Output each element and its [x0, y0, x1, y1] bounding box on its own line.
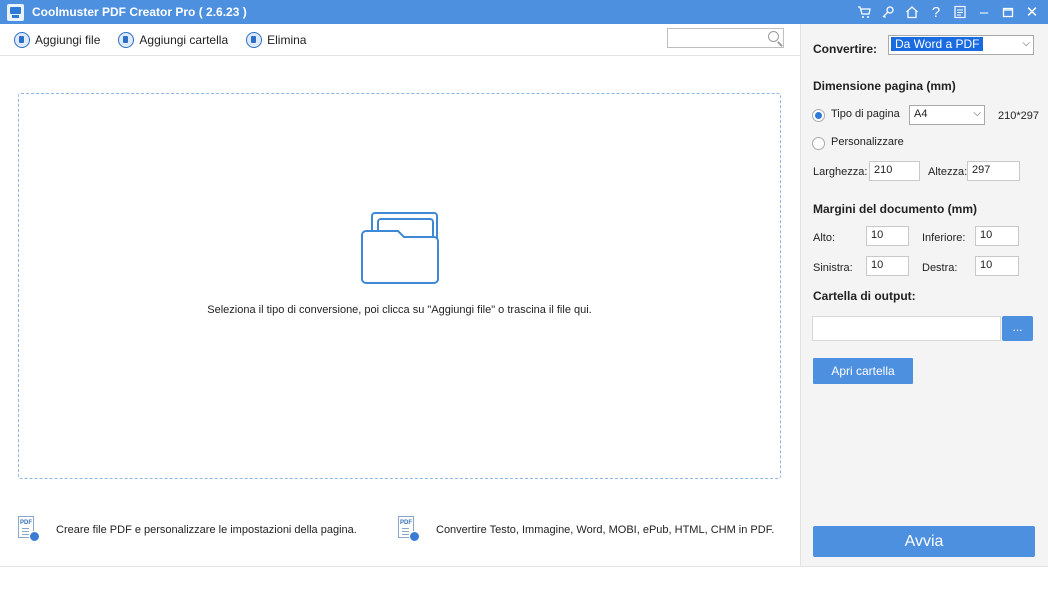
page-type-label: Tipo di pagina	[831, 108, 900, 120]
add-file-icon	[14, 31, 30, 48]
page-dimensions: 210*297	[998, 110, 1039, 122]
open-folder-icon	[361, 212, 439, 284]
chevron-down-icon: ⌵	[1022, 38, 1030, 49]
left-margin-input[interactable]: 10	[866, 256, 909, 276]
cart-icon[interactable]	[852, 0, 876, 24]
key-icon[interactable]	[876, 0, 900, 24]
search-icon[interactable]	[768, 31, 779, 42]
left-margin-label: Sinistra:	[813, 262, 853, 274]
window-title: Coolmuster PDF Creator Pro ( 2.6.23 )	[32, 5, 247, 19]
home-icon[interactable]	[900, 0, 924, 24]
close-icon[interactable]: ✕	[1020, 0, 1044, 24]
drop-hint-text: Seleziona il tipo di conversione, poi cl…	[207, 304, 592, 316]
app-window: Coolmuster PDF Creator Pro ( 2.6.23 ) ? …	[0, 0, 1048, 590]
custom-size-label: Personalizzare	[831, 136, 904, 148]
height-label: Altezza:	[928, 166, 968, 178]
pdf-settings-icon: PDF	[18, 516, 40, 544]
bottom-divider	[0, 566, 1048, 567]
title-controls: ? – ✕	[852, 0, 1044, 24]
top-margin-input[interactable]: 10	[866, 226, 909, 246]
chevron-down-icon: ⌵	[973, 108, 981, 119]
right-margin-label: Destra:	[922, 262, 958, 274]
tip-create: PDF Creare file PDF e personalizzare le …	[18, 516, 357, 544]
convert-select[interactable]: Da Word a PDF ⌵	[888, 35, 1034, 55]
top-margin-label: Alto:	[813, 232, 836, 244]
bottom-margin-label: Inferiore:	[922, 232, 966, 244]
title-bar: Coolmuster PDF Creator Pro ( 2.6.23 ) ? …	[0, 0, 1048, 24]
browse-button[interactable]: ...	[1002, 316, 1033, 341]
add-folder-button[interactable]: Aggiungi cartella	[118, 31, 229, 48]
open-folder-button[interactable]: Apri cartella	[813, 358, 913, 384]
page-type-radio[interactable]	[812, 109, 825, 122]
pdf-convert-icon: PDF	[398, 516, 420, 544]
delete-button[interactable]: Elimina	[246, 31, 307, 48]
right-margin-input[interactable]: 10	[975, 256, 1019, 276]
page-type-select[interactable]: A4 ⌵	[909, 105, 985, 125]
feedback-icon[interactable]	[948, 0, 972, 24]
file-drop-zone[interactable]: Seleziona il tipo di conversione, poi cl…	[18, 93, 781, 479]
bottom-margin-input[interactable]: 10	[975, 226, 1019, 246]
search-input[interactable]	[667, 28, 784, 48]
delete-label: Elimina	[267, 32, 307, 47]
app-logo-icon	[7, 3, 24, 21]
tip-convert: PDF Convertire Testo, Immagine, Word, MO…	[398, 516, 774, 544]
add-folder-icon	[118, 31, 135, 48]
add-folder-label: Aggiungi cartella	[139, 32, 229, 47]
convert-label: Convertire:	[813, 42, 878, 56]
page-type-value: A4	[914, 108, 928, 120]
start-button[interactable]: Avvia	[813, 526, 1035, 557]
width-label: Larghezza:	[813, 166, 868, 178]
height-input[interactable]: 297	[967, 161, 1020, 181]
width-input[interactable]: 210	[869, 161, 920, 181]
output-folder-input[interactable]	[812, 316, 1001, 341]
add-file-label: Aggiungi file	[35, 32, 101, 47]
output-folder-title: Cartella di output:	[813, 289, 916, 303]
margins-title: Margini del documento (mm)	[813, 202, 978, 216]
convert-select-value: Da Word a PDF	[891, 37, 984, 51]
add-file-button[interactable]: Aggiungi file	[14, 31, 101, 48]
page-size-title: Dimensione pagina (mm)	[813, 79, 956, 93]
restore-icon[interactable]	[996, 0, 1020, 24]
delete-icon	[246, 31, 263, 48]
help-icon[interactable]: ?	[924, 0, 948, 24]
tip-convert-text: Convertire Testo, Immagine, Word, MOBI, …	[436, 524, 775, 536]
tip-create-text: Creare file PDF e personalizzare le impo…	[56, 524, 357, 536]
custom-size-radio[interactable]	[812, 137, 825, 150]
toolbar: Aggiungi file Aggiungi cartella Elimina	[0, 24, 800, 56]
minimize-icon[interactable]: –	[972, 0, 996, 24]
